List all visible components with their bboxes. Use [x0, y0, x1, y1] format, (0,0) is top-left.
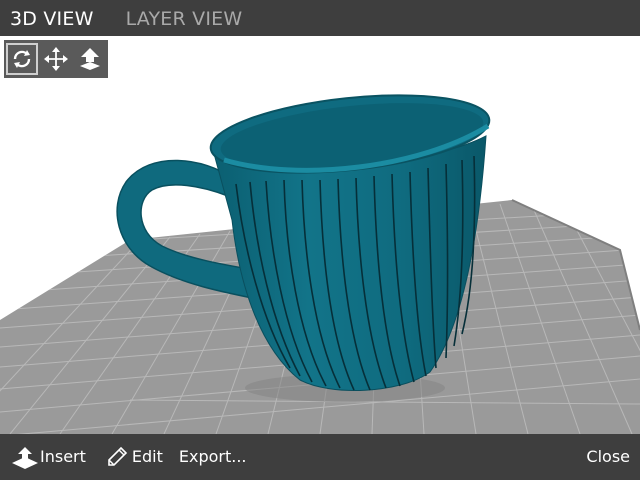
move-tool-button[interactable] — [40, 43, 72, 75]
rotate-icon — [13, 50, 31, 68]
3d-viewport[interactable] — [0, 36, 640, 434]
close-label: Close — [586, 447, 630, 466]
lay-flat-icon — [80, 48, 100, 70]
export-label: Export... — [178, 447, 247, 466]
close-button[interactable]: Close — [586, 434, 630, 480]
pencil-icon — [108, 446, 128, 466]
rotate-tool-button[interactable] — [6, 43, 38, 75]
lay-flat-tool-button[interactable] — [74, 43, 106, 75]
view-toolbar — [4, 40, 108, 78]
edit-label: Edit — [131, 447, 163, 466]
move-icon — [44, 47, 68, 71]
tab-3d-view[interactable]: 3D VIEW — [0, 0, 104, 36]
insert-icon — [12, 447, 38, 469]
insert-label: Insert — [40, 447, 86, 466]
export-button[interactable]: Export... — [179, 434, 247, 480]
top-tab-bar: 3D VIEW LAYER VIEW — [0, 0, 640, 36]
insert-button[interactable]: Insert — [10, 434, 86, 480]
tab-layer-view[interactable]: LAYER VIEW — [104, 0, 253, 36]
edit-button[interactable]: Edit — [106, 434, 163, 480]
bottom-action-bar: Insert Edit Export... Close — [0, 434, 640, 480]
